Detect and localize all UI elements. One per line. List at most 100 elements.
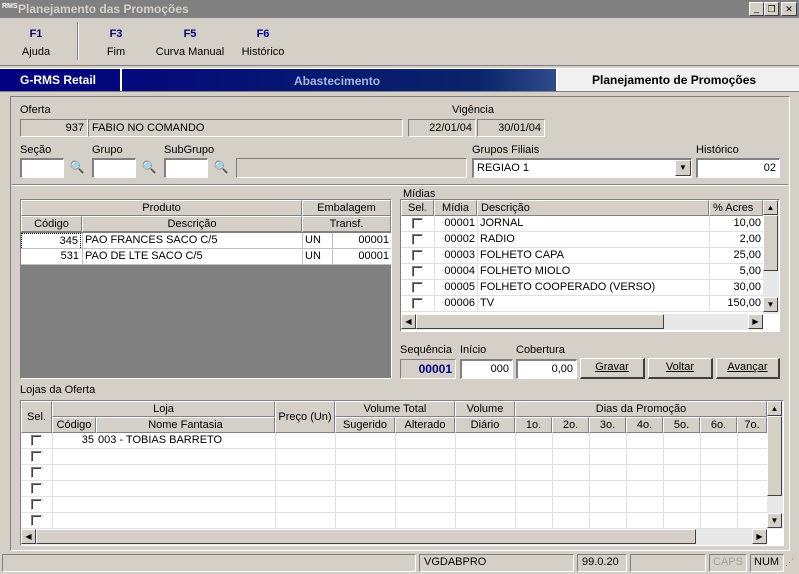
column-lines [455, 433, 456, 529]
resize-grip-icon[interactable]: ⋰ [785, 557, 797, 571]
banner-divider [120, 69, 122, 91]
inicio-input[interactable]: 000 [460, 359, 513, 379]
toolbar-f5-key: F5 [183, 28, 197, 40]
midia-checkbox[interactable] [412, 298, 423, 309]
scroll-left-icon[interactable]: ◀ [401, 314, 416, 329]
status-blank [630, 554, 706, 572]
inicio-label: Início [460, 344, 487, 356]
loja-checkbox[interactable] [31, 515, 42, 526]
list-item[interactable]: 00004 FOLHETO MIOLO 5,00 [401, 264, 763, 280]
midia-desc: JORNAL [477, 216, 709, 231]
codigo-cell: 345 [21, 233, 81, 250]
volume-total-header: Volume Total [335, 401, 455, 417]
table-row[interactable] [21, 465, 767, 481]
produto-header: Produto [21, 200, 302, 216]
midia-checkbox[interactable] [412, 266, 423, 277]
status-caps: CAPS [709, 554, 747, 572]
scroll-thumb[interactable] [767, 416, 782, 496]
scroll-thumb[interactable] [36, 529, 696, 544]
midias-hscroll[interactable]: ◀ ▶ [401, 314, 763, 330]
loja-checkbox[interactable] [31, 467, 42, 478]
column-lines [395, 433, 396, 529]
secao-input[interactable] [20, 158, 64, 178]
subgrupo-label: SubGrupo [164, 144, 215, 156]
toolbar-f1[interactable]: F1 Ajuda [14, 28, 58, 58]
scroll-thumb[interactable] [763, 215, 778, 271]
scroll-down-icon[interactable]: ▼ [763, 297, 778, 312]
historico-label: Histórico [696, 144, 739, 156]
list-item[interactable]: 00006 TV 150,00 [401, 296, 763, 312]
scroll-down-icon[interactable]: ▼ [767, 513, 782, 528]
cobertura-input[interactable]: 0,00 [516, 359, 577, 379]
toolbar-f3[interactable]: F3 Fim [96, 28, 136, 58]
transf-cell: 00001 [332, 249, 391, 264]
sel-header: Sel. [21, 401, 52, 433]
screen-title: Planejamento de Promoções [592, 73, 757, 87]
loja-nome: 003 - TOBIAS BARRETO [98, 434, 223, 446]
voltar-button[interactable]: Voltar [648, 358, 713, 379]
midia-acres: 5,00 [709, 264, 763, 279]
list-item[interactable]: 00001 JORNAL 10,00 [401, 216, 763, 232]
table-row[interactable] [21, 481, 767, 497]
column-lines [737, 433, 738, 529]
lojas-vscroll[interactable]: ▲ ▼ [767, 401, 783, 529]
minimize-button[interactable]: _ [749, 2, 764, 16]
gravar-button[interactable]: Gravar [580, 358, 645, 379]
scroll-thumb[interactable] [416, 314, 664, 329]
close-button[interactable]: ✕ [781, 2, 797, 16]
cobertura-label: Cobertura [516, 344, 565, 356]
table-row[interactable] [21, 513, 767, 529]
status-version: 99.0.20 [577, 554, 627, 572]
alterado-header: Alterado [395, 417, 455, 433]
table-row[interactable] [21, 497, 767, 513]
grupo-search-icon[interactable]: 🔍 [139, 158, 159, 178]
table-row[interactable]: 35 003 - TOBIAS BARRETO [21, 433, 767, 449]
banner: G-RMS Retail Abastecimento Planejamento … [0, 68, 799, 92]
window-title: Planejamento das Promoções [18, 2, 189, 16]
oferta-code-field: 937 [20, 119, 88, 137]
codigo-header: Código [52, 417, 96, 433]
chevron-down-icon[interactable]: ▼ [675, 160, 691, 176]
midia-checkbox[interactable] [412, 250, 423, 261]
historico-input[interactable]: 02 [696, 158, 780, 178]
lojas-hscroll[interactable]: ◀ ▶ [21, 529, 767, 545]
app-icon: RMS [2, 3, 18, 10]
grupos-filiais-select[interactable]: REGIAO 1 ▼ [472, 158, 692, 178]
loja-checkbox[interactable] [31, 483, 42, 494]
scroll-up-icon[interactable]: ▲ [763, 200, 778, 215]
midia-checkbox[interactable] [412, 218, 423, 229]
toolbar-f6[interactable]: F6 Histórico [238, 28, 288, 58]
grupo-input[interactable] [92, 158, 136, 178]
toolbar-f6-label: Histórico [241, 46, 285, 58]
loja-checkbox[interactable] [31, 435, 42, 446]
embalagem-header: Embalagem [302, 200, 391, 216]
midias-vscroll[interactable]: ▲ ▼ [763, 200, 779, 314]
table-row[interactable] [21, 449, 767, 465]
loja-checkbox[interactable] [31, 451, 42, 462]
scroll-right-icon[interactable]: ▶ [748, 314, 763, 329]
loja-codigo: 35 [52, 433, 96, 448]
midia-checkbox[interactable] [412, 282, 423, 293]
secao-search-icon[interactable]: 🔍 [67, 158, 87, 178]
table-row[interactable]: 345 PAO FRANCES SACO C/5 UN 00001 [21, 233, 391, 250]
toolbar-f6-key: F6 [256, 28, 270, 40]
module-label: Abastecimento [294, 74, 381, 88]
list-item[interactable]: 00002 RADIO 2,00 [401, 232, 763, 248]
scroll-left-icon[interactable]: ◀ [21, 529, 36, 544]
toolbar-f5[interactable]: F5 Curva Manual [152, 28, 228, 58]
midia-checkbox[interactable] [412, 234, 423, 245]
loja-checkbox[interactable] [31, 499, 42, 510]
subgrupo-search-icon[interactable]: 🔍 [211, 158, 231, 178]
status-bar: VGDABPRO 99.0.20 CAPS NUM ⋰ [0, 553, 799, 574]
table-row[interactable]: 531 PAO DE LTE SACO C/5 UN 00001 [21, 249, 391, 265]
midia-acres: 25,00 [709, 248, 763, 263]
maximize-button[interactable]: ❐ [764, 2, 779, 16]
scroll-up-icon[interactable]: ▲ [767, 401, 782, 416]
list-item[interactable]: 00005 FOLHETO COOPERADO (VERSO) 30,00 [401, 280, 763, 296]
avancar-button[interactable]: Avançar [716, 358, 780, 379]
status-user: VGDABPRO [419, 554, 574, 572]
scroll-right-icon[interactable]: ▶ [752, 529, 767, 544]
list-item[interactable]: 00003 FOLHETO CAPA 25,00 [401, 248, 763, 264]
subgrupo-input[interactable] [164, 158, 208, 178]
dias-header: Dias da Promoção [515, 401, 767, 417]
